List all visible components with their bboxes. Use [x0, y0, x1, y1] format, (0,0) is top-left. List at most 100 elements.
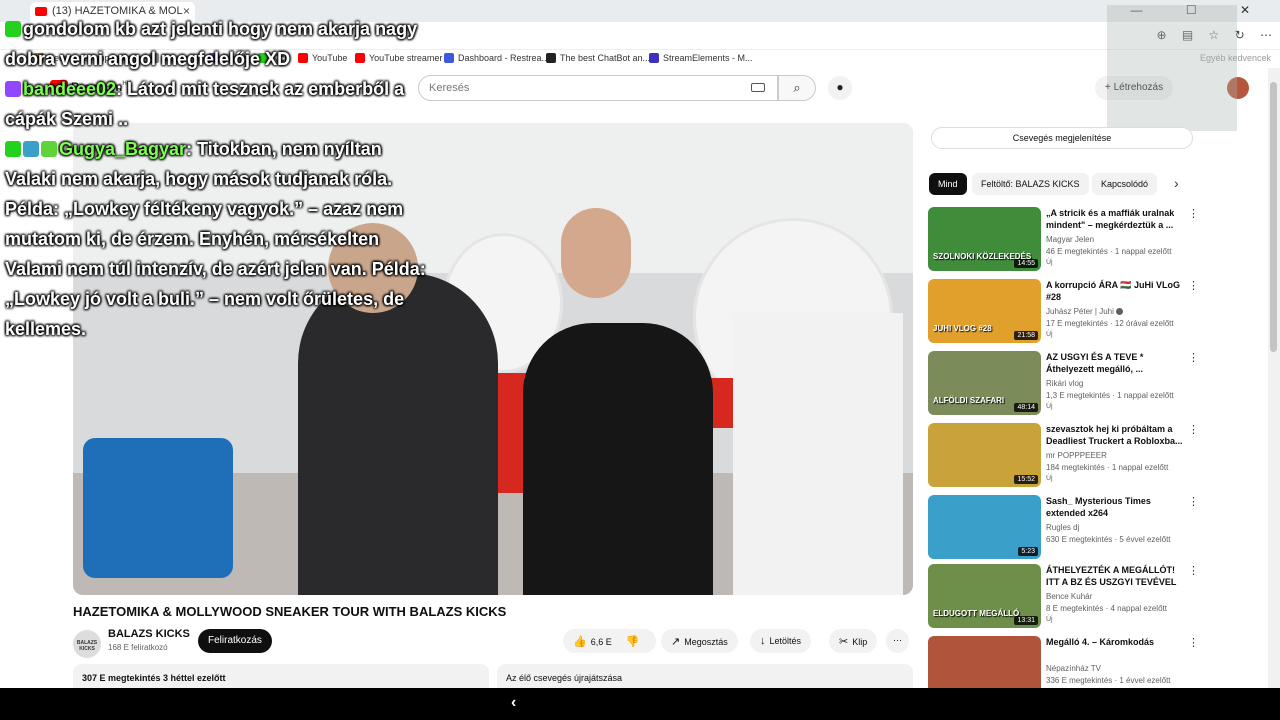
recommended-meta: 17 E megtekintés · 12 órával ezelőtt [1046, 319, 1174, 328]
verified-icon [1115, 308, 1123, 315]
download-button[interactable]: ↓ Letöltés [750, 629, 812, 653]
recommended-channel[interactable]: Bence Kuhár [1046, 592, 1092, 601]
scissors-icon: ✂ [839, 636, 849, 648]
thumbnail-caption: ALFÖLDI SZAFARI [933, 396, 1005, 405]
chat-replay-label: Az élő csevegés újrajátszása [506, 673, 623, 683]
recommended-video[interactable]: ALFÖLDI SZAFARI 48:14 AZ USGYI ÉS A TEVE *… [928, 351, 1199, 415]
duration-badge: 21:58 [1014, 331, 1038, 340]
kebab-menu-icon[interactable]: ⋮ [1188, 636, 1199, 649]
recommended-channel[interactable]: Rikári vlog [1046, 379, 1083, 388]
bookmark-item[interactable]: Dashboard - Restrea... [444, 53, 549, 63]
recommended-video[interactable]: JUHI VLOG #28 21:58 A korrupció ÁRA 🇭🇺 JuH… [928, 279, 1199, 343]
duration-badge: 5:23 [1018, 547, 1038, 556]
page-scrollbar[interactable] [1268, 68, 1280, 688]
streamelements-icon [649, 53, 659, 63]
chat-replay-box[interactable]: Az élő csevegés újrajátszása [497, 664, 913, 688]
video-title: HAZETOMIKA & MOLLYWOOD SNEAKER TOUR WITH… [73, 604, 507, 619]
like-button[interactable]: 👍 6,6 E 👎 [563, 629, 656, 653]
recommended-video[interactable]: 15:52 szevasztok hej ki próbáltam a Deadl… [928, 423, 1199, 487]
keyboard-icon[interactable] [751, 83, 765, 92]
subscriber-count: 168 E feliratkozó [108, 643, 168, 652]
chip-uploader[interactable]: Feltöltő: BALAZS KICKS [972, 173, 1089, 195]
back-chevron-icon[interactable]: ‹ [511, 694, 516, 712]
more-actions-button[interactable]: ⋯ [886, 629, 909, 653]
thumbs-down-icon[interactable]: 👎 [626, 636, 640, 648]
share-icon: ↗ [671, 636, 681, 648]
chatbot-icon [546, 53, 556, 63]
search-placeholder: Keresés [429, 82, 470, 94]
recommended-title[interactable]: Megálló 4. – Káromkodás [1046, 636, 1186, 648]
description-box[interactable]: 307 E megtekintés 3 héttel ezelőtt [73, 664, 489, 688]
chat-message: gondolom kb azt jelenti hogy nem akarja … [5, 19, 418, 69]
chat-message: Gugya_Bagyar: Titokban, nem nyíltan Vala… [5, 139, 426, 339]
recommended-channel[interactable]: Magyar Jelen [1046, 235, 1094, 244]
video-thumbnail[interactable]: 15:52 [928, 423, 1041, 487]
thumbnail-caption: ELDUGOTT MEGÁLLÓ [933, 609, 1020, 618]
views-and-date: 307 E megtekintés 3 héttel ezelőtt [82, 673, 226, 683]
new-badge: Új [1046, 259, 1053, 266]
video-thumbnail[interactable]: 5:23 [928, 495, 1041, 559]
recommended-channel[interactable]: mr POPPPEEER [1046, 451, 1107, 460]
chip-related[interactable]: Kapcsolódó [1092, 173, 1158, 195]
new-badge: Új [1046, 616, 1053, 623]
bookmark-item[interactable]: The best ChatBot an... [546, 53, 650, 63]
sub-badge-icon [41, 141, 57, 157]
recommended-video[interactable]: ELDUGOTT MEGÁLLÓ 13:31 ÁTHELYEZTÉK A MEGÁL… [928, 564, 1199, 628]
recommended-channel[interactable]: Népazínház TV [1046, 664, 1101, 673]
kebab-menu-icon[interactable]: ⋮ [1188, 564, 1199, 577]
video-person [523, 323, 713, 595]
mod-badge-icon [23, 141, 39, 157]
bookmark-item[interactable]: StreamElements - M... [649, 53, 753, 63]
channel-name[interactable]: BALAZS KICKS [108, 628, 190, 640]
recommended-video[interactable]: SZOLNOKI KÖZLEKEDÉS 14:55 „A stricik és a … [928, 207, 1199, 271]
duration-badge: 15:52 [1014, 475, 1038, 484]
kebab-menu-icon[interactable]: ⋮ [1188, 495, 1199, 508]
channel-avatar[interactable]: BALAZS KICKS [73, 630, 101, 658]
chip-all[interactable]: Mind [929, 173, 967, 195]
webcam-overlay [1107, 5, 1237, 131]
recommended-title[interactable]: ÁTHELYEZTÉK A MEGÁLLÓT! ITT A BZ ÉS USZG… [1046, 564, 1186, 590]
more-icon: ⋯ [893, 635, 902, 645]
duration-badge: 48:14 [1014, 403, 1038, 412]
kick-badge-icon [5, 141, 21, 157]
video-thumbnail[interactable]: JUHI VLOG #28 21:58 [928, 279, 1041, 343]
recommended-title[interactable]: szevasztok hej ki próbáltam a Deadliest … [1046, 423, 1186, 447]
video-thumbnail[interactable]: ELDUGOTT MEGÁLLÓ 13:31 [928, 564, 1041, 628]
kebab-menu-icon[interactable]: ⋮ [1188, 279, 1199, 292]
recommended-title[interactable]: A korrupció ÁRA 🇭🇺 JuHi VLoG #28 [1046, 279, 1186, 303]
recommended-channel[interactable]: Rugles dj [1046, 523, 1079, 532]
voice-search-mic-icon[interactable]: ● [828, 76, 852, 100]
clip-button[interactable]: ✂ Klip [829, 629, 878, 653]
duration-badge: 14:55 [1014, 259, 1038, 268]
search-button[interactable]: ⌕ [778, 75, 816, 101]
video-thumbnail[interactable]: SZOLNOKI KÖZLEKEDÉS 14:55 [928, 207, 1041, 271]
share-button[interactable]: ↗ Megosztás [661, 629, 738, 653]
recommended-title[interactable]: „A stricik és a maffiák uralnak mindent"… [1046, 207, 1186, 231]
recommended-meta: 1,3 E megtekintés · 1 nappal ezelőtt [1046, 391, 1174, 400]
chat-message: bandeee02: Látod mit tesznek az emberből… [5, 79, 405, 129]
recommended-meta: 184 megtekintés · 1 nappal ezelőtt [1046, 463, 1169, 472]
recommended-video[interactable]: 5:23 Sash_ Mysterious Times extended x264… [928, 495, 1199, 559]
restream-icon [444, 53, 454, 63]
new-badge: Új [1046, 475, 1053, 482]
twitch-badge-icon [5, 81, 21, 97]
kebab-menu-icon[interactable]: ⋮ [1188, 351, 1199, 364]
recommended-channel[interactable]: Juhász Péter | Juhi [1046, 307, 1123, 316]
thumbnail-caption: JUHI VLOG #28 [933, 324, 992, 333]
subscribe-button[interactable]: Feliratkozás [198, 629, 272, 653]
video-scene-chair [83, 438, 233, 578]
recommended-meta: 46 E megtekintés · 1 nappal ezelőtt [1046, 247, 1172, 256]
search-input[interactable]: Keresés [418, 75, 778, 101]
search-icon: ⌕ [793, 80, 801, 95]
duration-badge: 13:31 [1014, 616, 1038, 625]
chevron-right-icon[interactable]: › [1174, 175, 1179, 191]
kebab-menu-icon[interactable]: ⋮ [1188, 207, 1199, 220]
video-person-head [561, 208, 631, 298]
recommended-title[interactable]: AZ USGYI ÉS A TEVE * Áthelyezett megálló… [1046, 351, 1186, 375]
recommended-meta: 630 E megtekintés · 5 évvel ezelőtt [1046, 535, 1171, 544]
video-thumbnail[interactable]: ALFÖLDI SZAFARI 48:14 [928, 351, 1041, 415]
show-chat-button[interactable]: Csevegés megjelenítése [931, 127, 1193, 149]
scrollbar-thumb[interactable] [1270, 82, 1277, 352]
recommended-title[interactable]: Sash_ Mysterious Times extended x264 [1046, 495, 1186, 519]
kebab-menu-icon[interactable]: ⋮ [1188, 423, 1199, 436]
